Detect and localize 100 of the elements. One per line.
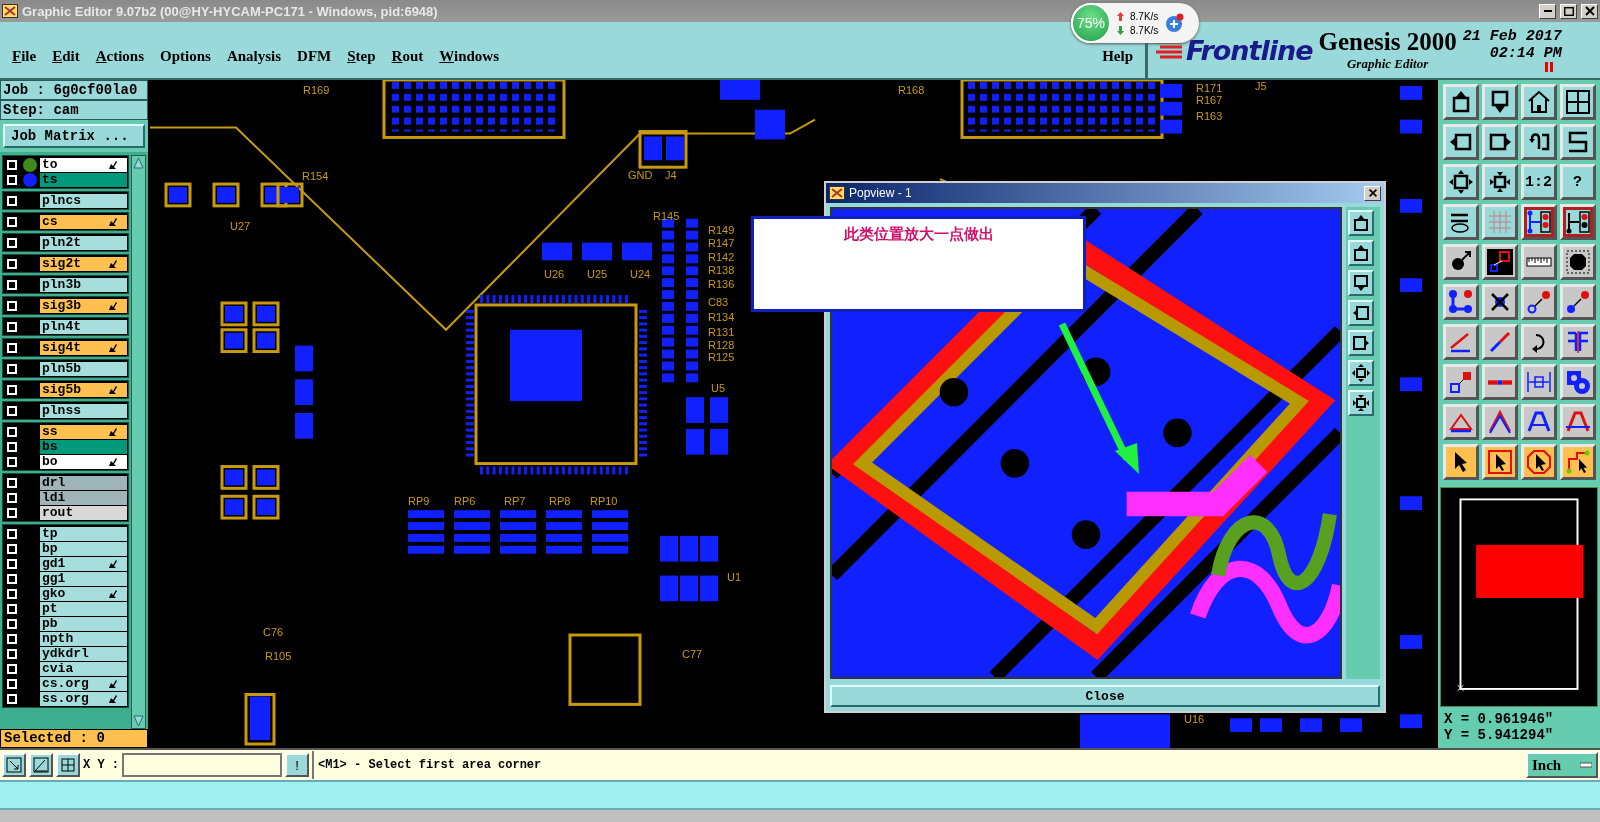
layer-item[interactable]: cs — [40, 214, 127, 229]
layer-item[interactable]: sig4t — [40, 340, 127, 355]
layer-item[interactable]: rout — [40, 505, 127, 520]
menu-item[interactable]: DFM — [291, 48, 338, 62]
tool-button[interactable] — [1481, 124, 1518, 160]
tool-button[interactable] — [1520, 124, 1557, 160]
layer-item[interactable]: tp — [40, 526, 127, 541]
layer-item[interactable]: ldi — [40, 490, 127, 505]
layer-item[interactable]: pt — [40, 601, 127, 616]
tool-button[interactable] — [1520, 244, 1557, 280]
tool-button[interactable] — [1559, 444, 1596, 480]
coordinate-field[interactable] — [122, 753, 282, 777]
checkbox[interactable] — [7, 507, 17, 518]
close-button[interactable]: Close — [830, 685, 1380, 707]
menu-item[interactable]: Options — [154, 48, 217, 62]
checkbox[interactable] — [7, 426, 17, 437]
checkbox[interactable] — [7, 300, 17, 311]
layer-item[interactable]: npth — [40, 631, 127, 646]
layer-item[interactable]: pln2t — [40, 235, 127, 250]
layer-item[interactable]: cvia — [40, 661, 127, 676]
tool-button[interactable] — [1481, 284, 1518, 320]
tool-button[interactable] — [1559, 284, 1596, 320]
menu-item[interactable]: Help — [1096, 48, 1139, 62]
checkbox[interactable] — [7, 678, 17, 689]
checkbox[interactable] — [7, 363, 17, 374]
layer-item[interactable]: gg1 — [40, 571, 127, 586]
checkbox[interactable] — [7, 663, 17, 674]
tool-button[interactable] — [1520, 364, 1557, 400]
checkbox[interactable] — [7, 384, 17, 395]
layer-item[interactable]: bp — [40, 541, 127, 556]
tool-button[interactable] — [1559, 364, 1596, 400]
tool-button[interactable] — [1442, 404, 1479, 440]
menu-item[interactable]: Rout — [385, 48, 430, 62]
scrollbar[interactable] — [131, 155, 146, 729]
checkbox[interactable] — [7, 603, 17, 614]
tool-button[interactable] — [1520, 204, 1557, 240]
tool-button[interactable] — [1559, 204, 1596, 240]
checkbox[interactable] — [7, 573, 17, 584]
checkbox[interactable] — [7, 237, 17, 248]
layer-item[interactable]: sig3b — [40, 298, 127, 313]
tool-button[interactable] — [1520, 284, 1557, 320]
tool-button[interactable] — [1520, 444, 1557, 480]
checkbox[interactable] — [7, 558, 17, 569]
units-dropdown[interactable]: Inch — [1526, 752, 1598, 778]
tool-button[interactable] — [1442, 284, 1479, 320]
layer-item[interactable]: to — [40, 157, 127, 172]
tool-button[interactable] — [1442, 204, 1479, 240]
checkbox[interactable] — [7, 405, 17, 416]
tool-button[interactable] — [1481, 164, 1518, 200]
checkbox[interactable] — [7, 441, 17, 452]
checkbox[interactable] — [7, 648, 17, 659]
checkbox[interactable] — [7, 633, 17, 644]
close-button[interactable] — [1364, 185, 1381, 201]
tool-button[interactable] — [1559, 124, 1596, 160]
tool-button[interactable] — [1442, 244, 1479, 280]
layer-item[interactable]: bs — [40, 439, 127, 454]
checkbox[interactable] — [7, 492, 17, 503]
tool-button[interactable] — [1559, 324, 1596, 360]
tool-button[interactable] — [1481, 244, 1518, 280]
tool-button[interactable] — [1520, 404, 1557, 440]
tool-button[interactable] — [1481, 364, 1518, 400]
layer-item[interactable]: pln4t — [40, 319, 127, 334]
layer-item[interactable]: plnss — [40, 403, 127, 418]
layer-item[interactable]: pb — [40, 616, 127, 631]
layer-item[interactable]: gd1 — [40, 556, 127, 571]
menu-item[interactable]: Analysis — [220, 48, 288, 62]
layer-item[interactable]: ydkdrl — [40, 646, 127, 661]
layer-item[interactable]: drl — [40, 475, 127, 490]
checkbox[interactable] — [7, 279, 17, 290]
tool-button[interactable] — [1442, 324, 1479, 360]
checkbox[interactable] — [7, 258, 17, 269]
checkbox[interactable] — [7, 321, 17, 332]
layer-item[interactable]: cs.org — [40, 676, 127, 691]
layer-item[interactable]: pln5b — [40, 361, 127, 376]
checkbox[interactable] — [7, 477, 17, 488]
layer-item[interactable]: bo — [40, 454, 127, 469]
tool-button[interactable] — [1442, 84, 1479, 120]
layer-item[interactable]: pln3b — [40, 277, 127, 292]
tool-button[interactable] — [1481, 84, 1518, 120]
layer-item[interactable]: gko — [40, 586, 127, 601]
checkbox[interactable] — [7, 159, 17, 170]
tool-button[interactable] — [1481, 324, 1518, 360]
tool-button[interactable] — [1520, 84, 1557, 120]
layer-item[interactable]: ts — [40, 172, 127, 187]
layer-item[interactable]: ss — [40, 424, 127, 439]
tool-button[interactable] — [1481, 444, 1518, 480]
checkbox[interactable] — [7, 216, 17, 227]
menu-item[interactable]: Step — [341, 48, 382, 62]
layer-item[interactable]: ss.org — [40, 691, 127, 706]
tool-button[interactable] — [1442, 124, 1479, 160]
job-matrix-button[interactable]: Job Matrix ... — [3, 124, 145, 148]
checkbox[interactable] — [7, 195, 17, 206]
tool-button[interactable] — [1442, 444, 1479, 480]
minimize-button[interactable] — [1539, 3, 1556, 19]
execute-button[interactable]: ! — [285, 753, 309, 777]
layer-item[interactable]: sig5b — [40, 382, 127, 397]
checkbox[interactable] — [7, 588, 17, 599]
tool-button[interactable] — [1559, 84, 1596, 120]
checkbox[interactable] — [7, 174, 17, 185]
menu-item[interactable]: Actions — [89, 48, 151, 62]
